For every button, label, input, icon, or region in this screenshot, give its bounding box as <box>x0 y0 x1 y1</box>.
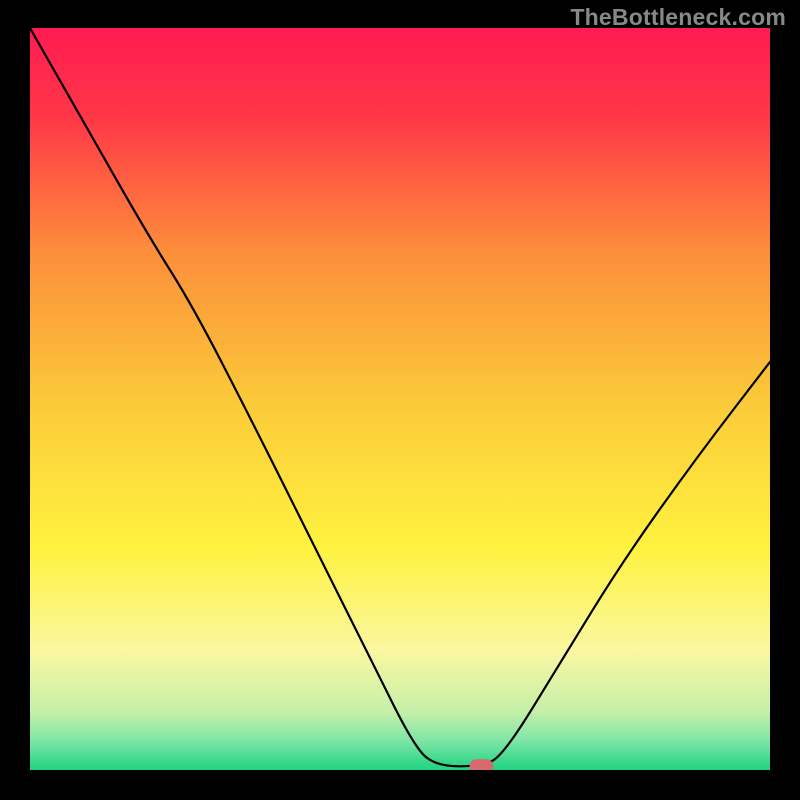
watermark-text: TheBottleneck.com <box>570 4 786 31</box>
chart-frame: TheBottleneck.com <box>0 0 800 800</box>
plot-area <box>30 28 770 770</box>
chart-background <box>30 28 770 770</box>
chart-svg <box>30 28 770 770</box>
optimal-marker <box>469 759 493 770</box>
